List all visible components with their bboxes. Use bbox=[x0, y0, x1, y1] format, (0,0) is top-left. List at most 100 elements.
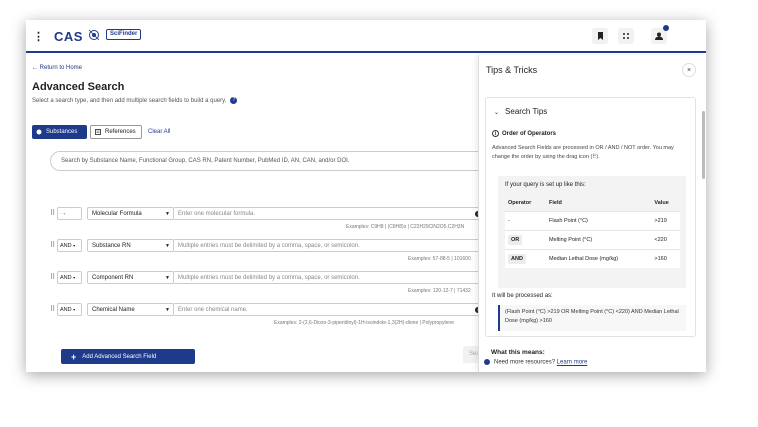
operator-select[interactable]: AND ▾ bbox=[57, 303, 82, 316]
notification-dot bbox=[663, 25, 669, 31]
drag-handle-icon[interactable]: ⠿ bbox=[50, 241, 55, 249]
field-cell: Median Lethal Dose (mg/kg) bbox=[546, 248, 652, 268]
operator-cell: AND bbox=[505, 248, 547, 268]
operator-cell: - bbox=[505, 210, 547, 230]
chevron-down-icon: ▼ bbox=[165, 211, 170, 217]
field-value-input[interactable]: Enter one molecular formula.i bbox=[174, 207, 490, 220]
table-row: AND Median Lethal Dose (mg/kg) >160 bbox=[505, 248, 680, 268]
field-label: Component RN bbox=[92, 275, 134, 281]
clear-all-link[interactable]: Clear All bbox=[148, 129, 170, 135]
drag-handle-icon[interactable]: ⠿ bbox=[50, 305, 55, 313]
order-title-text: Order of Operators bbox=[502, 131, 557, 137]
drag-handle-icon[interactable]: ⠿ bbox=[50, 273, 55, 281]
operator-value: AND bbox=[60, 275, 72, 281]
field-placeholder: Enter one chemical name. bbox=[178, 307, 248, 313]
tab-references[interactable]: References bbox=[90, 125, 142, 139]
field-select[interactable]: Chemical Name ▼ bbox=[87, 303, 174, 316]
order-of-operators-text: Advanced Search Fields are processed in … bbox=[492, 145, 674, 160]
search-field-row: ⠿ AND ▾ Substance RN ▼ Multiple entries m… bbox=[50, 239, 490, 252]
panel-scrollbar[interactable] bbox=[702, 111, 705, 179]
apps-grid-icon[interactable] bbox=[618, 28, 634, 44]
field-cell: Flash Point (°C) bbox=[546, 210, 652, 230]
close-icon[interactable]: × bbox=[682, 63, 696, 77]
field-select[interactable]: Component RN ▼ bbox=[87, 271, 174, 284]
operator-cell: OR bbox=[505, 229, 547, 249]
info-icon bbox=[484, 359, 490, 365]
value-cell: >160 bbox=[651, 248, 680, 268]
value-cell: >219 bbox=[651, 210, 680, 230]
drag-handle-icon[interactable]: ⠿ bbox=[50, 209, 55, 217]
operator-value: AND bbox=[60, 307, 72, 313]
quick-search-input[interactable]: Search by Substance Name, Functional Gro… bbox=[50, 151, 490, 171]
field-label: Chemical Name bbox=[92, 307, 135, 313]
tab-substances-label: Substances bbox=[46, 129, 78, 135]
app-window: ⋮ CAS SciFinder ← Return to Home Advance… bbox=[26, 20, 706, 372]
search-tips-card: ⌄ Search Tips i Order of Operators Advance… bbox=[485, 97, 696, 337]
field-examples: Examples: 120-12-7 | 71432 bbox=[408, 288, 471, 294]
tab-substances[interactable]: Substances bbox=[32, 125, 87, 139]
more-resources: Need more resources? Learn more bbox=[484, 359, 587, 366]
operator-chip: OR bbox=[508, 234, 523, 245]
field-value-input[interactable]: Multiple entries must be delimited by a … bbox=[174, 239, 490, 252]
what-this-means-heading: What this means: bbox=[491, 349, 545, 356]
user-account-icon[interactable] bbox=[651, 25, 669, 44]
field-placeholder: Enter one molecular formula. bbox=[178, 211, 256, 217]
field-examples: Examples: 2-(2,6-Dioxo-3-piperidinyl)-1H… bbox=[274, 320, 454, 326]
reference-icon bbox=[95, 129, 101, 135]
panel-title: Tips & Tricks bbox=[486, 65, 538, 75]
search-field-row: ⠿ - ▾ Molecular Formula ▼ Enter one molec… bbox=[50, 207, 490, 220]
field-placeholder: Multiple entries must be delimited by a … bbox=[178, 275, 360, 281]
learn-more-link[interactable]: Learn more bbox=[557, 360, 588, 366]
processed-query: (Flash Point (°C) >219 OR Melting Point … bbox=[498, 305, 686, 331]
search-field-row: ⠿ AND ▾ Chemical Name ▼ Enter one chemica… bbox=[50, 303, 490, 316]
cas-logo[interactable]: CAS bbox=[54, 29, 83, 44]
field-placeholder: Multiple entries must be delimited by a … bbox=[178, 243, 360, 249]
table-header-row: Operator Field Value bbox=[505, 196, 680, 211]
operator-value: AND bbox=[60, 243, 72, 249]
operator-value: - bbox=[60, 211, 62, 217]
substance-icon bbox=[36, 129, 42, 135]
tab-references-label: References bbox=[105, 129, 136, 135]
subtitle-text: Select a search type, and then add multi… bbox=[32, 98, 227, 105]
scifinder-badge: SciFinder bbox=[106, 29, 142, 40]
operator-chip: AND bbox=[508, 253, 526, 264]
operators-table: Operator Field Value - Flash Point (°C) … bbox=[505, 196, 680, 268]
advanced-search-main: ← Return to Home Advanced Search Select … bbox=[26, 55, 493, 372]
table-row: - Flash Point (°C) >219 bbox=[505, 210, 680, 230]
tips-and-tricks-panel: Tips & Tricks × ⌄ Search Tips i Order of O… bbox=[478, 55, 706, 372]
search-tips-header[interactable]: ⌄ Search Tips bbox=[494, 107, 547, 116]
field-select[interactable]: Molecular Formula ▼ bbox=[87, 207, 174, 220]
table-row: OR Melting Point (°C) <220 bbox=[505, 229, 680, 249]
chevron-down-icon: ⌄ bbox=[494, 110, 500, 116]
operator-select[interactable]: - ▾ bbox=[57, 207, 82, 220]
add-advanced-search-field-button[interactable]: + Add Advanced Search Field bbox=[61, 349, 195, 364]
top-navigation-bar: ⋮ CAS SciFinder bbox=[26, 20, 706, 53]
column-header: Operator bbox=[505, 196, 547, 211]
more-resources-text: Need more resources? bbox=[494, 359, 556, 366]
field-cell: Melting Point (°C) bbox=[546, 229, 652, 249]
field-select[interactable]: Substance RN ▼ bbox=[87, 239, 174, 252]
plus-icon: + bbox=[71, 351, 77, 362]
field-value-input[interactable]: Multiple entries must be delimited by a … bbox=[174, 271, 490, 284]
field-value-input[interactable]: Enter one chemical name.i bbox=[174, 303, 490, 316]
example-query-box: If your query is set up like this: Opera… bbox=[498, 176, 686, 288]
info-icon: i bbox=[492, 130, 499, 137]
chevron-down-icon: ▼ bbox=[165, 243, 170, 249]
field-examples: Examples: C9H8 | (C8H8)x | C22H29ClN2O5.… bbox=[346, 224, 465, 230]
page-title: Advanced Search bbox=[32, 81, 125, 93]
bookmark-icon[interactable] bbox=[592, 28, 608, 44]
order-of-operators-title: i Order of Operators bbox=[492, 130, 556, 137]
search-tips-label: Search Tips bbox=[505, 107, 548, 116]
page-subtitle: Select a search type, and then add multi… bbox=[32, 97, 238, 105]
return-to-home-link[interactable]: ← Return to Home bbox=[32, 65, 82, 71]
column-header: Field bbox=[546, 196, 652, 211]
operator-select[interactable]: AND ▾ bbox=[57, 271, 82, 284]
menu-icon[interactable]: ⋮ bbox=[33, 30, 44, 43]
operator-select[interactable]: AND ▾ bbox=[57, 239, 82, 252]
cas-logo-mark-icon bbox=[88, 29, 100, 41]
search-field-row: ⠿ AND ▾ Component RN ▼ Multiple entries m… bbox=[50, 271, 490, 284]
field-label: Molecular Formula bbox=[92, 211, 142, 217]
add-field-label: Add Advanced Search Field bbox=[82, 353, 157, 360]
chevron-down-icon: ▼ bbox=[165, 275, 170, 281]
help-icon[interactable]: ? bbox=[230, 97, 238, 104]
